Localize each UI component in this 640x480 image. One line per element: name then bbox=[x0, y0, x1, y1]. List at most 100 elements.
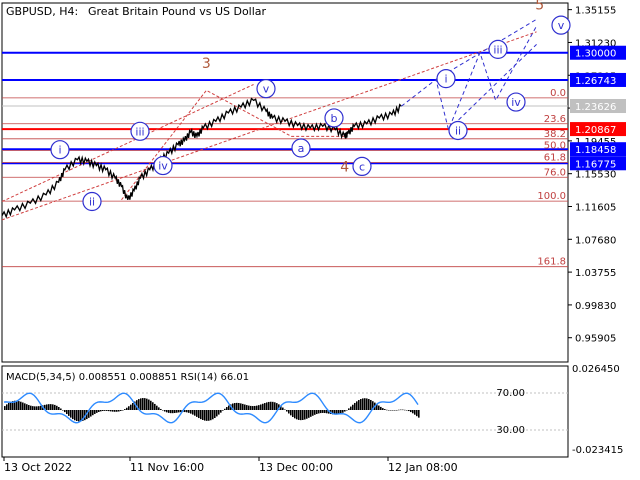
trading-chart[interactable]: 0.023.638.250.061.876.0100.0161.8 345iii… bbox=[0, 0, 640, 480]
macd-bar bbox=[218, 410, 220, 415]
macd-bar bbox=[142, 398, 144, 410]
macd-bar bbox=[58, 407, 60, 410]
macd-bar bbox=[380, 406, 382, 410]
macd-bar bbox=[366, 398, 368, 410]
wave-circle-text: iv bbox=[511, 96, 521, 109]
macd-bar bbox=[212, 410, 214, 420]
macd-bar bbox=[126, 407, 128, 410]
macd-bar bbox=[400, 409, 402, 411]
macd-bar bbox=[8, 402, 10, 410]
macd-bar bbox=[354, 402, 356, 410]
level-tags: 1.30000 1.26743 1.23626 1.20867 1.18458 1.167… bbox=[570, 45, 626, 171]
macd-bar bbox=[412, 410, 414, 414]
macd-bar bbox=[46, 404, 48, 410]
macd-bar bbox=[392, 410, 394, 411]
macd-bar bbox=[314, 410, 316, 415]
macd-bar bbox=[172, 410, 174, 414]
macd-bar bbox=[216, 410, 218, 417]
symbol-label: GBPUSD, H4: bbox=[6, 5, 78, 18]
wave-circle-text: v bbox=[263, 83, 270, 96]
macd-bar bbox=[410, 410, 412, 413]
macd-bar bbox=[130, 404, 132, 410]
fib-label: 23.6 bbox=[544, 114, 566, 125]
macd-bar bbox=[274, 402, 276, 410]
time-label-1: 13 Oct 2022 bbox=[4, 461, 72, 474]
macd-bar bbox=[276, 403, 278, 410]
macd-bar bbox=[244, 404, 246, 410]
macd-bar bbox=[174, 410, 176, 414]
macd-bar bbox=[30, 405, 32, 410]
macd-bar bbox=[70, 410, 72, 418]
macd-bar bbox=[210, 410, 212, 421]
macd-bar bbox=[288, 410, 290, 414]
macd-bar bbox=[164, 410, 166, 412]
macd-bar bbox=[272, 401, 274, 410]
macd-bar bbox=[38, 406, 40, 410]
macd-bar bbox=[64, 410, 66, 413]
macd-bar bbox=[204, 410, 206, 421]
macd-bar bbox=[234, 403, 236, 410]
macd-bar bbox=[320, 410, 322, 414]
macd-bar bbox=[90, 410, 92, 417]
fib-label: 100.0 bbox=[537, 191, 566, 202]
macd-bar bbox=[34, 406, 36, 410]
macd-bar bbox=[168, 410, 170, 413]
macd-bar bbox=[26, 404, 28, 410]
price-tick-label: 1.07680 bbox=[575, 235, 616, 246]
macd-bar bbox=[254, 405, 256, 410]
macd-bar bbox=[112, 410, 114, 412]
macd-bar bbox=[148, 399, 150, 410]
price-tick-label: 1.11605 bbox=[575, 202, 616, 213]
fib-label: 61.8 bbox=[544, 153, 566, 164]
macd-tick-bottom: -0.023415 bbox=[572, 445, 623, 456]
macd-bar bbox=[378, 405, 380, 410]
wave-circle-text: iv bbox=[158, 160, 168, 173]
macd-bar bbox=[352, 404, 354, 410]
macd-bar bbox=[358, 400, 360, 410]
macd-bar bbox=[60, 408, 62, 410]
price-tick-label: 0.99830 bbox=[575, 301, 616, 312]
macd-bar bbox=[222, 410, 224, 411]
macd-bar bbox=[292, 410, 294, 418]
macd-bar bbox=[154, 403, 156, 410]
level-tag-label: 1.16775 bbox=[575, 159, 616, 170]
macd-bar bbox=[50, 404, 52, 410]
macd-bar bbox=[124, 409, 126, 410]
macd-bar bbox=[296, 410, 298, 420]
time-label-4: 12 Jan 08:00 bbox=[388, 461, 458, 474]
macd-bar bbox=[104, 410, 106, 411]
level-tag-label: 1.30000 bbox=[575, 49, 616, 60]
wave-label-primary: 5 bbox=[535, 0, 544, 13]
macd-bar bbox=[342, 410, 344, 413]
main-chart-area[interactable] bbox=[1, 2, 569, 363]
macd-bar bbox=[20, 401, 22, 410]
fib-label: 161.8 bbox=[537, 257, 566, 268]
macd-bar bbox=[220, 410, 222, 413]
macd-bar bbox=[196, 410, 198, 417]
macd-bar bbox=[416, 410, 418, 417]
macd-bar bbox=[106, 410, 108, 411]
macd-bar bbox=[122, 410, 124, 411]
wave-label-primary: 4 bbox=[340, 159, 349, 175]
macd-bar bbox=[116, 410, 118, 412]
macd-bar bbox=[36, 406, 38, 410]
macd-bar bbox=[388, 410, 390, 411]
macd-bar bbox=[150, 400, 152, 410]
macd-bar bbox=[176, 410, 178, 413]
macd-bar bbox=[132, 403, 134, 410]
macd-bar bbox=[144, 398, 146, 410]
macd-bar bbox=[306, 410, 308, 419]
macd-bar bbox=[284, 409, 286, 410]
wave-circle-text: iii bbox=[135, 125, 144, 138]
macd-bar bbox=[24, 403, 26, 410]
macd-bar bbox=[152, 402, 154, 410]
macd-bar bbox=[350, 406, 352, 410]
time-label-3: 13 Dec 00:00 bbox=[259, 461, 333, 474]
macd-bar bbox=[76, 410, 78, 422]
wave-circle-text: ii bbox=[455, 124, 461, 137]
macd-bar bbox=[250, 405, 252, 410]
macd-bar bbox=[252, 406, 254, 410]
macd-bar bbox=[396, 409, 398, 411]
macd-bar bbox=[370, 399, 372, 410]
macd-bar bbox=[214, 410, 216, 419]
